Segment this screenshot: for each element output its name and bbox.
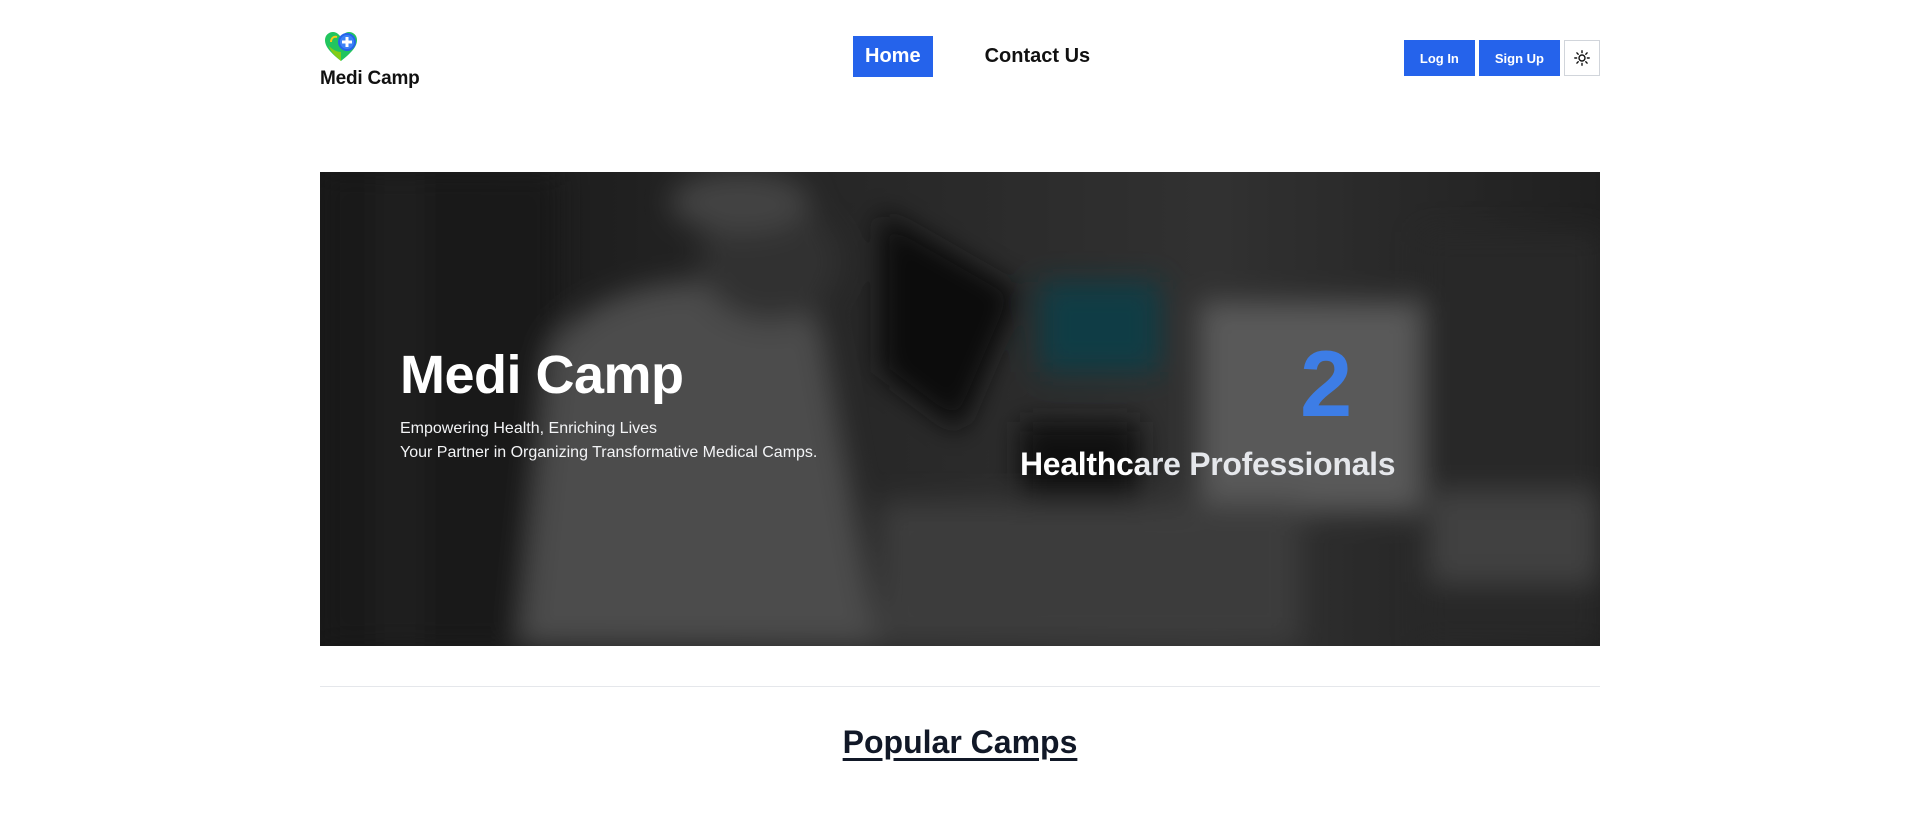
navbar: Medi Camp Home Contact Us Log In Sign Up bbox=[320, 0, 1600, 110]
login-button[interactable]: Log In bbox=[1403, 40, 1475, 76]
brand-name: Medi Camp bbox=[320, 68, 420, 89]
heart-plus-icon bbox=[325, 32, 357, 61]
hero-tagline-line-1: Empowering Health, Enriching Lives bbox=[400, 420, 658, 437]
popular-camps-heading: Popular Camps bbox=[842, 724, 1078, 760]
brand[interactable]: Medi Camp bbox=[320, 26, 420, 90]
section-divider bbox=[320, 686, 1600, 687]
theme-toggle-button[interactable] bbox=[1564, 40, 1600, 76]
nav-home-link[interactable]: Home bbox=[853, 36, 933, 77]
signup-button[interactable]: Sign Up bbox=[1478, 40, 1560, 76]
stat-label: Healthcare Professionals bbox=[1020, 446, 1396, 482]
hero-banner: Medi Camp Empowering Health, Enriching L… bbox=[320, 172, 1600, 646]
nav-links: Home Contact Us bbox=[853, 36, 1102, 77]
auth-controls: Log In Sign Up bbox=[1403, 40, 1600, 76]
hero-tagline-line-2: Your Partner in Organizing Transformativ… bbox=[400, 444, 818, 461]
hero-title: Medi Camp bbox=[400, 345, 684, 405]
stat-number: 2 bbox=[1300, 331, 1353, 436]
sun-icon bbox=[1574, 50, 1590, 66]
nav-contact-link[interactable]: Contact Us bbox=[973, 36, 1103, 77]
hero-background-image bbox=[320, 172, 1600, 646]
hero-tagline: Empowering Health, Enriching Lives Your … bbox=[400, 417, 817, 465]
